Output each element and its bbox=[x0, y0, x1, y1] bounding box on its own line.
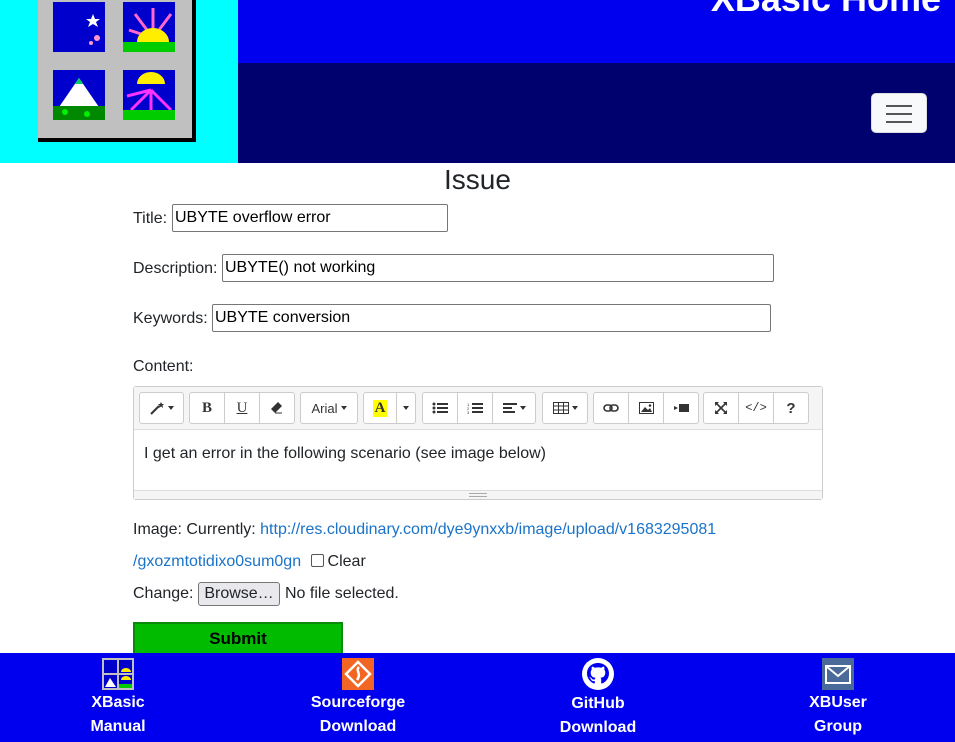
eraser-icon bbox=[271, 402, 282, 414]
editor-content[interactable]: I get an error in the following scenario… bbox=[144, 445, 546, 463]
insert-link-button[interactable] bbox=[593, 392, 629, 424]
logo-pane-sunset bbox=[123, 70, 175, 120]
image-row-2: /gxozmtotidixo0sum0gn Clear bbox=[133, 553, 366, 571]
link-icon bbox=[603, 404, 619, 412]
submit-button[interactable]: Submit bbox=[133, 622, 343, 655]
font-name-dropdown[interactable]: Arial bbox=[300, 392, 358, 424]
hamburger-line bbox=[886, 121, 912, 123]
site-title: XBasic Home bbox=[711, 0, 941, 20]
footer-item-line2: Group bbox=[814, 718, 862, 735]
no-file-label: No file selected. bbox=[285, 585, 399, 602]
title-field[interactable] bbox=[172, 204, 448, 232]
resize-grip-icon bbox=[469, 493, 487, 497]
font-name-value: Arial bbox=[311, 400, 338, 416]
bullet-list-icon bbox=[432, 402, 448, 414]
rich-text-editor: B U Arial A 123 </> ? I get an error in … bbox=[133, 386, 823, 500]
navbar bbox=[238, 63, 955, 163]
xbasic-logo-icon bbox=[102, 658, 134, 690]
current-image-link-cont[interactable]: /gxozmtotidixo0sum0gn bbox=[133, 553, 301, 570]
title-label: Title: bbox=[133, 210, 168, 227]
editor-resize-bar[interactable] bbox=[134, 490, 822, 499]
clear-checkbox[interactable] bbox=[310, 554, 324, 567]
table-dropdown-button[interactable] bbox=[542, 392, 588, 424]
insert-video-button[interactable] bbox=[663, 392, 699, 424]
logo-pane-mountain bbox=[53, 70, 105, 120]
current-image-link[interactable]: http://res.cloudinary.com/dye9ynxxb/imag… bbox=[260, 521, 716, 538]
image-label: Image: Currently: bbox=[133, 521, 261, 538]
content-label: Content: bbox=[133, 358, 194, 375]
video-icon bbox=[673, 404, 689, 412]
mail-group-icon bbox=[822, 658, 854, 690]
description-label: Description: bbox=[133, 260, 218, 277]
table-icon bbox=[552, 402, 569, 414]
github-icon bbox=[582, 658, 614, 690]
footer-item-line1: XBUser bbox=[809, 694, 867, 711]
underline-button[interactable]: U bbox=[224, 392, 260, 424]
align-left-icon bbox=[502, 403, 517, 413]
code-view-button[interactable]: </> bbox=[738, 392, 774, 424]
ordered-list-button[interactable]: 123 bbox=[457, 392, 493, 424]
footer-item-line2: Download bbox=[319, 718, 397, 735]
expand-icon bbox=[715, 402, 727, 414]
paragraph-align-dropdown[interactable] bbox=[492, 392, 536, 424]
header-title-band: XBasic Home bbox=[238, 0, 955, 63]
unordered-list-button[interactable] bbox=[422, 392, 458, 424]
footer-item-line2: Manual bbox=[90, 718, 146, 735]
picture-icon bbox=[638, 402, 654, 414]
logo-pane-stars bbox=[53, 2, 105, 52]
bold-button[interactable]: B bbox=[189, 392, 225, 424]
svg-text:3: 3 bbox=[467, 410, 470, 414]
numbered-list-icon: 123 bbox=[467, 402, 483, 414]
page-title: Issue bbox=[444, 164, 511, 195]
description-field[interactable] bbox=[222, 254, 774, 282]
highlight-a-icon: A bbox=[372, 399, 388, 417]
xbasic-logo-icon bbox=[38, 0, 196, 142]
logo-pane-sunrise bbox=[123, 2, 175, 52]
eraser-button[interactable] bbox=[259, 392, 295, 424]
footer-item-line1: Sourceforge bbox=[310, 694, 406, 711]
color-dropdown-button[interactable] bbox=[396, 392, 416, 424]
help-button[interactable]: ? bbox=[773, 392, 809, 424]
clear-label: Clear bbox=[327, 553, 366, 570]
keywords-label: Keywords: bbox=[133, 310, 208, 327]
fullscreen-button[interactable] bbox=[703, 392, 739, 424]
keywords-field[interactable] bbox=[212, 304, 771, 332]
hamburger-line bbox=[886, 113, 912, 115]
insert-image-button[interactable] bbox=[628, 392, 664, 424]
chevron-down-icon bbox=[403, 406, 409, 410]
text-color-button[interactable]: A bbox=[363, 392, 397, 424]
style-dropdown-button[interactable] bbox=[139, 392, 184, 424]
menu-toggle-button[interactable] bbox=[871, 93, 927, 133]
footer: XBasic Manual Sourceforge Download GitHu… bbox=[0, 653, 955, 742]
footer-item-line1: XBasic bbox=[91, 694, 145, 711]
browse-button[interactable]: Browse… bbox=[198, 582, 280, 606]
footer-item-line2: Download bbox=[559, 719, 637, 736]
hamburger-icon bbox=[886, 105, 912, 107]
image-row: Image: Currently: http://res.cloudinary.… bbox=[133, 521, 716, 539]
footer-item-line1: GitHub bbox=[571, 695, 625, 712]
site-logo-area[interactable] bbox=[0, 0, 238, 163]
editor-toolbar: B U Arial A 123 </> ? bbox=[134, 387, 822, 430]
change-label: Change: bbox=[133, 585, 194, 602]
magic-wand-icon bbox=[150, 402, 164, 415]
sourceforge-icon bbox=[342, 658, 374, 690]
